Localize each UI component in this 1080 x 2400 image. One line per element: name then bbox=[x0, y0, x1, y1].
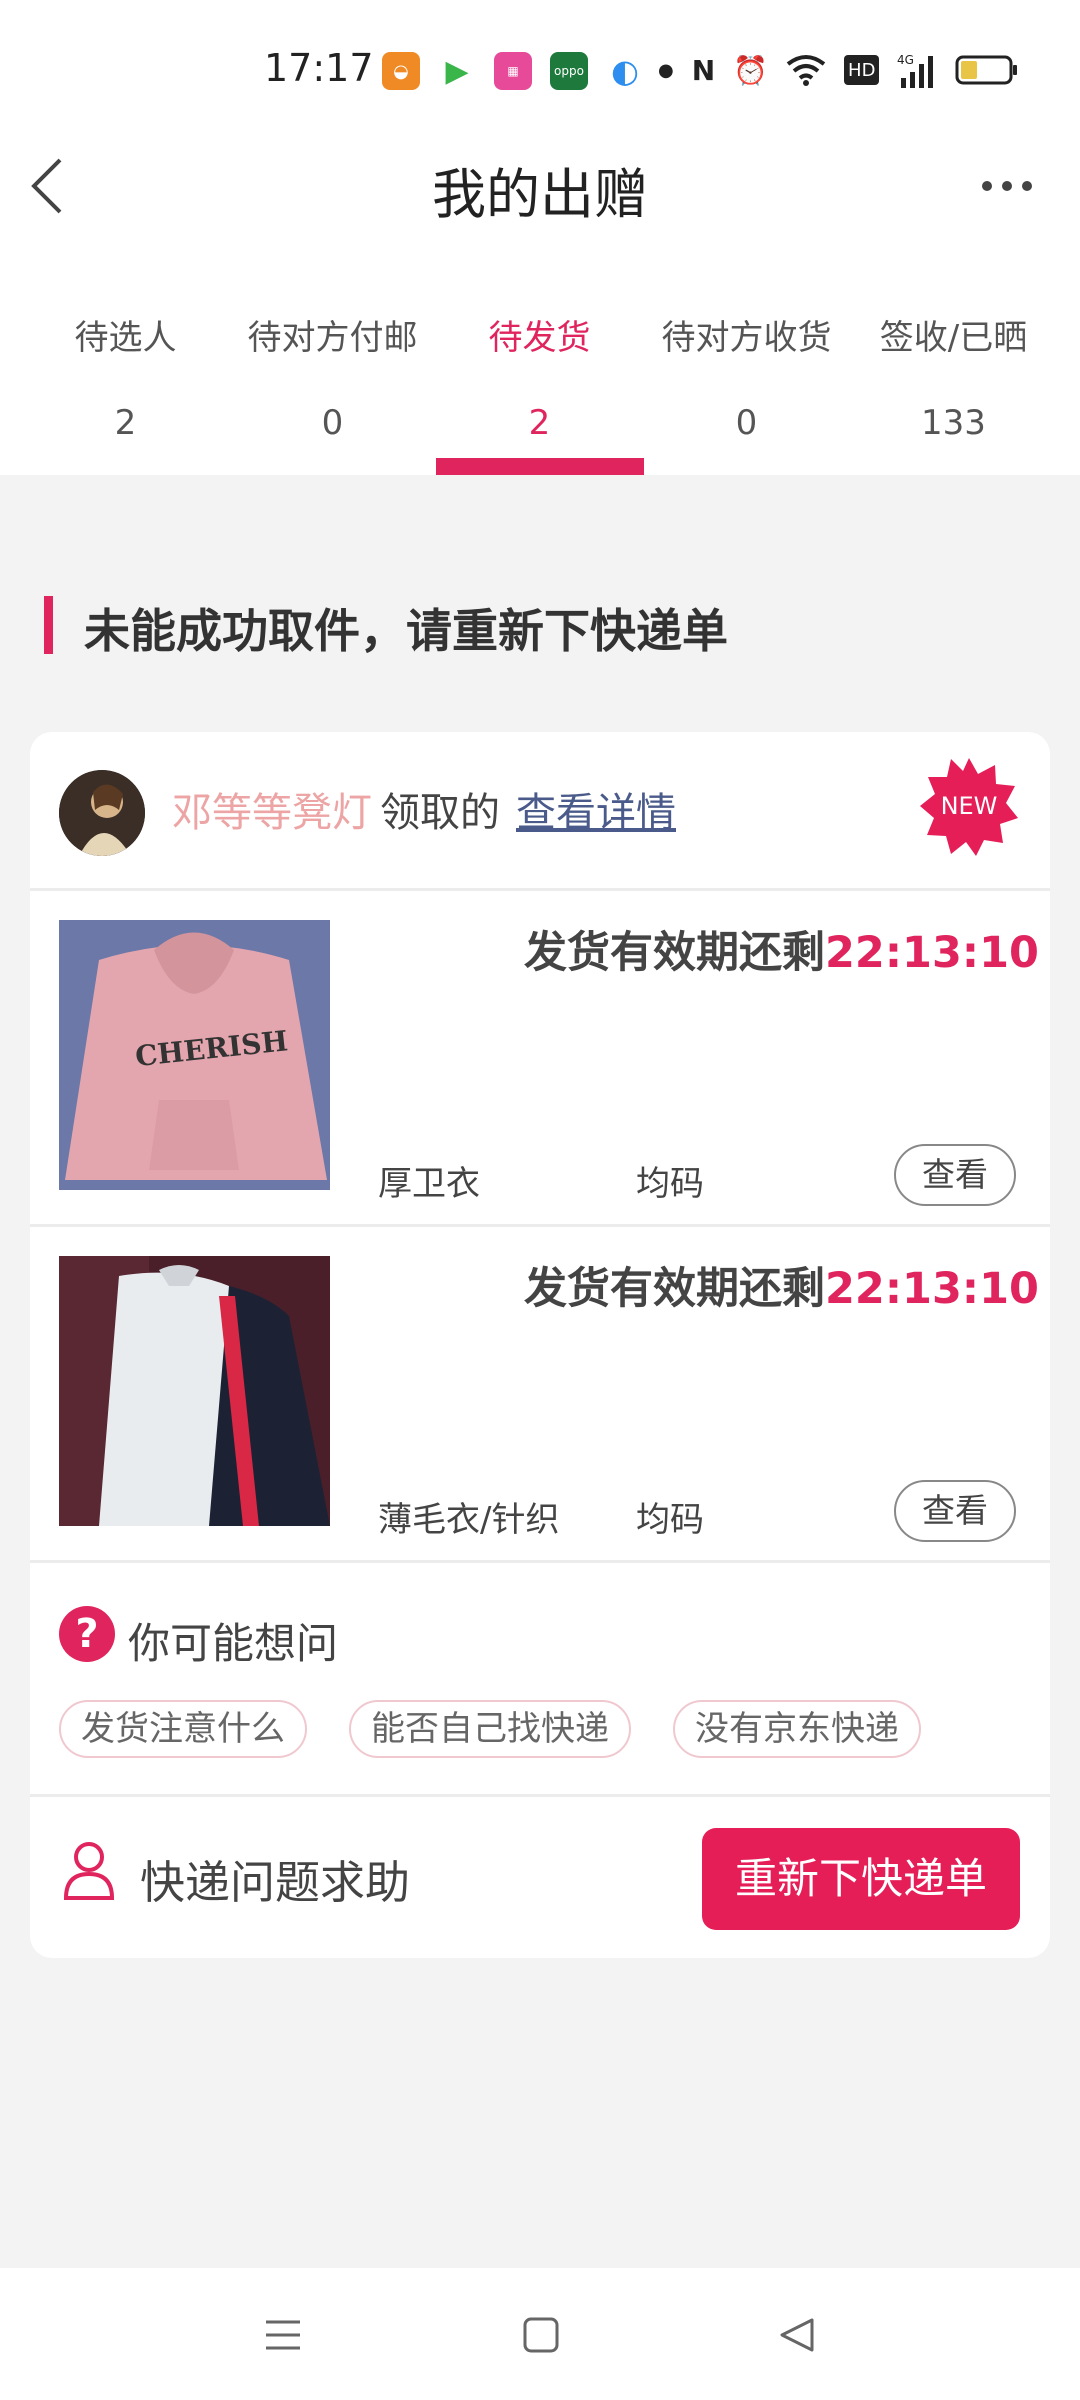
countdown-timer: 22:13:10 bbox=[825, 928, 1039, 978]
status-time: 17:17 bbox=[264, 46, 374, 90]
notification-icons: ◒ ▶ ▦ oppo ◐ bbox=[382, 52, 644, 90]
claim-suffix: 领取的 bbox=[380, 790, 500, 836]
avatar[interactable] bbox=[59, 770, 145, 856]
menu-icon[interactable] bbox=[264, 2316, 302, 2354]
new-badge: NEW bbox=[918, 756, 1020, 858]
item-name: 薄毛衣/针织 bbox=[378, 1500, 560, 1540]
reorder-courier-button[interactable]: 重新下快递单 bbox=[702, 1828, 1020, 1930]
battery-icon bbox=[955, 50, 1019, 90]
video-play-icon: ▶ bbox=[438, 52, 476, 90]
faq-chip[interactable]: 发货注意什么 bbox=[59, 1700, 307, 1758]
tab-pending-postage[interactable]: 待对方付邮 0 bbox=[229, 310, 436, 443]
divider bbox=[30, 888, 1050, 891]
item-size: 均码 bbox=[636, 1164, 704, 1204]
item-photo-hoodie[interactable]: CHERISH bbox=[59, 920, 330, 1190]
divider bbox=[30, 1560, 1050, 1563]
tab-pending-receipt[interactable]: 待对方收货 0 bbox=[643, 310, 850, 443]
nfc-icon: N bbox=[691, 53, 716, 87]
faq-chip[interactable]: 没有京东快递 bbox=[673, 1700, 921, 1758]
hd-icon: HD bbox=[844, 55, 880, 85]
countdown-timer: 22:13:10 bbox=[825, 1264, 1039, 1314]
item-size: 均码 bbox=[636, 1500, 704, 1540]
more-dots-icon bbox=[982, 181, 992, 191]
page-title: 我的出赠 bbox=[432, 163, 648, 226]
claimer-name[interactable]: 邓等等凳灯 bbox=[172, 780, 372, 838]
section-title: 未能成功取件，请重新下快递单 bbox=[84, 604, 728, 658]
view-item-button[interactable]: 查看 bbox=[894, 1144, 1016, 1206]
more-options-button[interactable] bbox=[978, 165, 1038, 205]
ship-deadline: 发货有效期还剩22:13:10 bbox=[524, 1264, 1039, 1314]
app-orange-icon: ◒ bbox=[382, 52, 420, 90]
item-photo-sweater[interactable] bbox=[59, 1256, 330, 1526]
shopping-icon: ▦ bbox=[494, 52, 532, 90]
tab-signed-shared[interactable]: 签收/已晒 133 bbox=[850, 310, 1057, 443]
wifi-icon bbox=[786, 50, 826, 90]
ship-deadline: 发货有效期还剩22:13:10 bbox=[524, 928, 1039, 978]
system-nav-bar bbox=[0, 2268, 1080, 2400]
status-indicators: ● N ⏰ HD 4G bbox=[658, 50, 1019, 90]
section-accent-bar bbox=[44, 596, 53, 654]
tab-pending-selection[interactable]: 待选人 2 bbox=[22, 310, 229, 443]
faq-title: 你可能想问 bbox=[128, 1619, 339, 1668]
dot-icon: ● bbox=[658, 59, 674, 81]
back-triangle-icon[interactable] bbox=[778, 2316, 816, 2354]
faq-chip[interactable]: 能否自己找快递 bbox=[349, 1700, 631, 1758]
signal-4g-icon: 4G bbox=[897, 50, 937, 90]
browser-icon: ◐ bbox=[606, 52, 644, 90]
courier-help-link[interactable]: 快递问题求助 bbox=[140, 1846, 410, 1911]
svg-text:4G: 4G bbox=[897, 53, 914, 67]
status-tabs: 待选人 2 待对方付邮 0 待发货 2 待对方收货 0 签收/已晒 133 bbox=[0, 280, 1080, 475]
question-icon: ? bbox=[59, 1606, 115, 1662]
tab-pending-shipment[interactable]: 待发货 2 bbox=[436, 310, 643, 443]
item-name: 厚卫衣 bbox=[378, 1164, 480, 1204]
active-tab-indicator bbox=[436, 458, 644, 475]
person-icon[interactable] bbox=[62, 1840, 116, 1900]
divider bbox=[30, 1224, 1050, 1227]
home-icon[interactable] bbox=[522, 2316, 560, 2354]
view-details-link[interactable]: 查看详情 bbox=[516, 780, 676, 838]
oppo-icon: oppo bbox=[550, 52, 588, 90]
divider bbox=[30, 1794, 1050, 1797]
view-item-button[interactable]: 查看 bbox=[894, 1480, 1016, 1542]
alarm-icon: ⏰ bbox=[733, 53, 769, 87]
